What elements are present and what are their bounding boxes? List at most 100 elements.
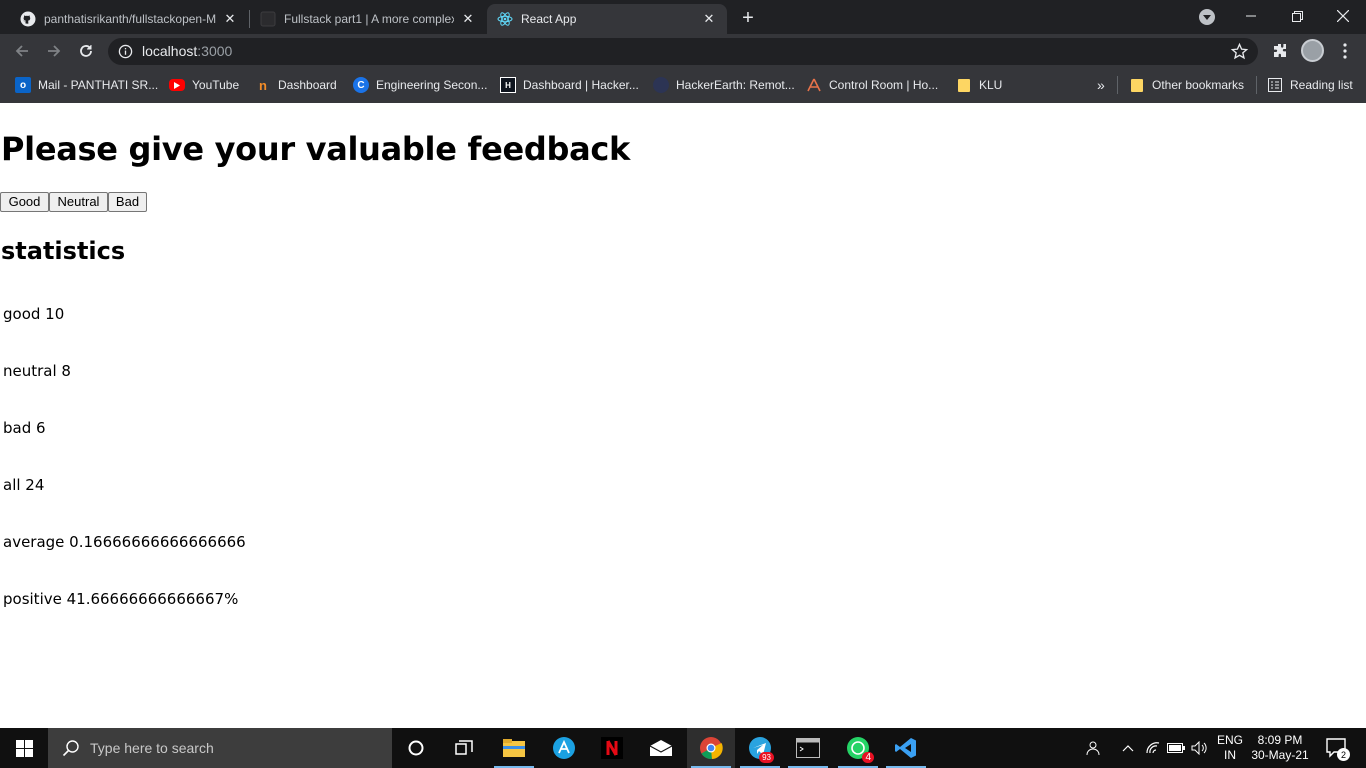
menu-kebab-icon[interactable] xyxy=(1335,41,1355,61)
outlook-icon: o xyxy=(15,77,31,93)
bad-button[interactable]: Bad xyxy=(108,192,147,212)
telegram-icon[interactable]: 93 xyxy=(736,728,784,768)
url-port: :3000 xyxy=(197,43,233,59)
notifications-icon[interactable]: 2 xyxy=(1320,728,1354,768)
good-button[interactable]: Good xyxy=(0,192,49,212)
chrome-icon[interactable] xyxy=(687,728,735,768)
dashboard-icon: n xyxy=(259,77,267,93)
stat-positive: positive 41.66666666666667% xyxy=(3,590,239,608)
tab-fullstack[interactable]: Fullstack part1 | A more complex ✕ xyxy=(250,4,486,34)
profile-avatar[interactable] xyxy=(1301,39,1324,62)
restore-icon[interactable] xyxy=(1274,0,1320,32)
address-bar[interactable]: localhost:3000 xyxy=(108,38,1258,65)
tab-search-icon[interactable] xyxy=(1199,9,1215,25)
stat-all: all 24 xyxy=(3,476,45,494)
close-window-icon[interactable] xyxy=(1320,0,1366,32)
app-store-icon[interactable] xyxy=(540,728,588,768)
windows-taskbar: Type here to search 93 4 ENG IN 8:09 PM … xyxy=(0,728,1366,768)
bookmark-label: HackerEarth: Remot... xyxy=(676,78,795,92)
bookmark-label: Engineering Secon... xyxy=(376,78,488,92)
youtube-icon xyxy=(169,79,185,91)
close-tab-icon[interactable]: ✕ xyxy=(701,11,717,27)
other-bookmarks[interactable]: Other bookmarks xyxy=(1129,76,1244,94)
c-icon: C xyxy=(353,77,369,93)
vscode-icon[interactable] xyxy=(882,728,930,768)
bookmark-hackerearth[interactable]: HackerEarth: Remot... xyxy=(653,76,795,94)
wifi-icon[interactable] xyxy=(1143,728,1163,768)
bookmark-control-room[interactable]: Control Room | Ho... xyxy=(806,76,938,94)
site-info-icon[interactable] xyxy=(118,44,133,59)
reload-icon[interactable] xyxy=(74,39,98,63)
taskbar-search-box[interactable]: Type here to search xyxy=(48,728,392,768)
url-host: localhost xyxy=(142,43,198,59)
hackerearth-icon xyxy=(653,77,669,93)
notification-count: 2 xyxy=(1337,748,1350,761)
react-icon xyxy=(497,11,513,27)
bookmark-label: Mail - PANTHATI SR... xyxy=(38,78,159,92)
hidden-icons-chevron-icon[interactable] xyxy=(1118,728,1138,768)
bookmark-dashboard[interactable]: n Dashboard xyxy=(255,76,337,94)
hackerrank-icon: H xyxy=(500,77,516,93)
more-bookmarks-chevron-icon[interactable]: » xyxy=(1097,76,1105,94)
language-label: ENG xyxy=(1216,733,1243,747)
close-tab-icon[interactable]: ✕ xyxy=(222,11,238,27)
bookmark-star-icon[interactable] xyxy=(1230,42,1249,61)
folder-icon xyxy=(1129,77,1145,93)
clock-date: 30-May-21 xyxy=(1251,748,1309,762)
tab-title: React App xyxy=(521,12,577,26)
forward-arrow-icon[interactable] xyxy=(42,39,66,63)
bookmark-label: Control Room | Ho... xyxy=(829,78,939,92)
url-text: localhost:3000 xyxy=(142,43,232,59)
minimize-icon[interactable] xyxy=(1228,0,1274,32)
tab-react-app[interactable]: React App ✕ xyxy=(487,4,727,34)
new-tab-plus-icon[interactable]: + xyxy=(737,7,759,29)
tab-title: Fullstack part1 | A more complex xyxy=(284,12,454,26)
search-placeholder: Type here to search xyxy=(90,740,214,756)
mail-icon[interactable] xyxy=(637,728,685,768)
tab-title: panthatisrikanth/fullstackopen-M xyxy=(44,12,216,26)
tab-strip: panthatisrikanth/fullstackopen-M ✕ Fulls… xyxy=(0,0,1366,34)
bookmark-engineering[interactable]: C Engineering Secon... xyxy=(353,76,487,94)
back-arrow-icon[interactable] xyxy=(10,39,34,63)
stat-neutral: neutral 8 xyxy=(3,362,71,380)
bookmark-klu[interactable]: KLU xyxy=(956,76,1002,94)
page-content: Please give your valuable feedback Good … xyxy=(0,103,1366,728)
clock[interactable]: 8:09 PM 30-May-21 xyxy=(1248,728,1312,768)
people-icon[interactable] xyxy=(1080,728,1104,768)
language-indicator[interactable]: ENG IN xyxy=(1212,728,1248,768)
file-explorer-icon[interactable] xyxy=(490,728,538,768)
stat-bad: bad 6 xyxy=(3,419,46,437)
folder-icon xyxy=(956,77,972,93)
bookmark-hackerrank[interactable]: H Dashboard | Hacker... xyxy=(500,76,639,94)
netflix-icon[interactable] xyxy=(588,728,636,768)
windows-start-icon[interactable] xyxy=(0,728,48,768)
extensions-icon[interactable] xyxy=(1270,41,1290,61)
battery-icon[interactable] xyxy=(1166,728,1186,768)
reading-list-icon xyxy=(1267,77,1283,93)
bookmarks-divider xyxy=(1117,76,1118,94)
whatsapp-icon[interactable]: 4 xyxy=(834,728,882,768)
github-icon xyxy=(20,11,36,27)
volume-icon[interactable] xyxy=(1189,728,1209,768)
bookmark-mail[interactable]: o Mail - PANTHATI SR... xyxy=(15,76,158,94)
cortana-icon[interactable] xyxy=(392,728,440,768)
bookmark-label: KLU xyxy=(979,78,1003,92)
tab-github[interactable]: panthatisrikanth/fullstackopen-M ✕ xyxy=(10,4,248,34)
other-bookmarks-label: Other bookmarks xyxy=(1152,78,1245,92)
clock-time: 8:09 PM xyxy=(1257,733,1303,747)
terminal-icon[interactable] xyxy=(784,728,832,768)
reading-list[interactable]: Reading list xyxy=(1267,76,1353,94)
bookmark-label: Dashboard | Hacker... xyxy=(523,78,639,92)
region-label: IN xyxy=(1224,748,1236,762)
close-tab-icon[interactable]: ✕ xyxy=(460,11,476,27)
control-room-icon xyxy=(806,77,822,93)
bookmark-youtube[interactable]: YouTube xyxy=(169,76,239,94)
browser-toolbar: localhost:3000 xyxy=(0,34,1366,68)
blank-page-icon xyxy=(260,11,276,27)
stat-average: average 0.16666666666666666 xyxy=(3,533,246,551)
task-view-icon[interactable] xyxy=(440,728,488,768)
neutral-button[interactable]: Neutral xyxy=(49,192,108,212)
search-icon xyxy=(62,740,79,757)
bookmark-label: YouTube xyxy=(192,78,240,92)
bookmark-label: Dashboard xyxy=(278,78,337,92)
